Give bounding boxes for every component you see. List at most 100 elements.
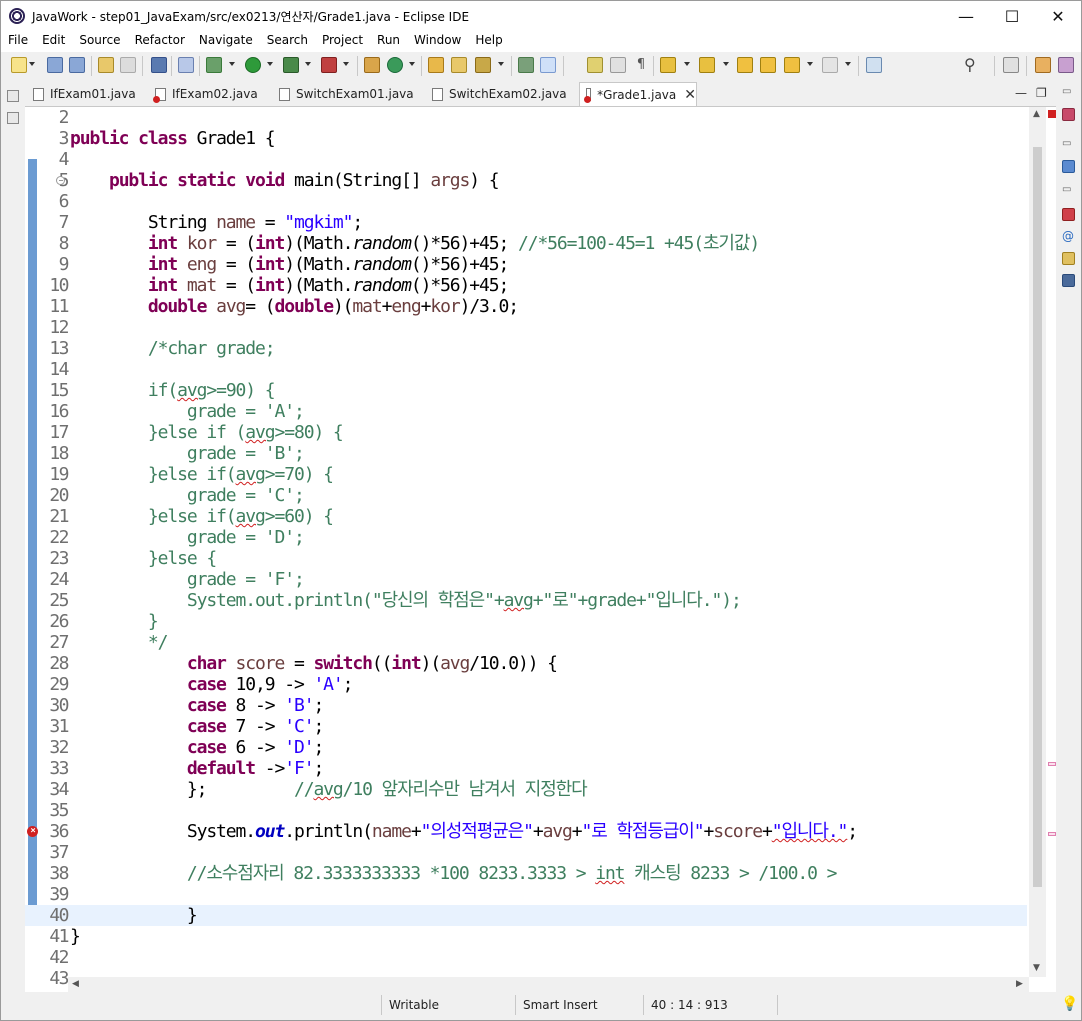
code-line[interactable]: 33 default ->'F'; bbox=[25, 758, 1027, 779]
code-text[interactable]: grade = 'B'; bbox=[70, 443, 305, 464]
code-line[interactable]: 14 bbox=[25, 359, 1027, 380]
code-line[interactable]: 24 grade = 'F'; bbox=[25, 569, 1027, 590]
last-edit-icon[interactable] bbox=[737, 57, 753, 73]
code-text[interactable]: grade = 'D'; bbox=[70, 527, 305, 548]
error-summary-icon[interactable] bbox=[1048, 110, 1056, 118]
annotation-icon[interactable] bbox=[518, 57, 534, 73]
restore-right-icon-2[interactable]: ▭ bbox=[1062, 138, 1075, 151]
code-text[interactable]: }; //avg/10 앞자리수만 남겨서 지정한다 bbox=[70, 779, 588, 800]
forward-icon[interactable] bbox=[822, 57, 838, 73]
code-text[interactable]: String name = "mgkim"; bbox=[70, 212, 363, 233]
maximize-editor-icon[interactable]: ❐ bbox=[1036, 86, 1047, 100]
close-tab-icon[interactable]: ✕ bbox=[684, 87, 696, 103]
code-line[interactable]: 29 case 10,9 -> 'A'; bbox=[25, 674, 1027, 695]
mark-occurrences-icon[interactable] bbox=[540, 57, 556, 73]
code-line[interactable]: 5 public static void main(String[] args)… bbox=[25, 170, 1027, 191]
error-marker-icon[interactable]: × bbox=[27, 826, 38, 837]
tip-lightbulb-icon[interactable]: 💡 bbox=[1061, 996, 1078, 1012]
restore-right-icon[interactable]: ▭ bbox=[1062, 86, 1075, 99]
code-text[interactable]: */ bbox=[70, 632, 169, 653]
hierarchy-icon[interactable] bbox=[1062, 160, 1075, 173]
code-line[interactable]: 16 grade = 'A'; bbox=[25, 401, 1027, 422]
undo-icon[interactable] bbox=[98, 57, 114, 73]
coverage-icon[interactable] bbox=[283, 57, 299, 73]
code-text[interactable]: int mat = (int)(Math.random()*56)+45; bbox=[70, 275, 509, 296]
code-line[interactable]: 2 bbox=[25, 107, 1027, 128]
code-line[interactable]: 23 }else { bbox=[25, 548, 1027, 569]
code-text[interactable]: char score = switch((int)(avg/10.0)) { bbox=[70, 653, 558, 674]
code-line[interactable]: 3 public class Grade1 { bbox=[25, 128, 1027, 149]
forward-history-icon[interactable] bbox=[760, 57, 776, 73]
open-perspective-icon[interactable] bbox=[1003, 57, 1019, 73]
code-text[interactable]: case 10,9 -> 'A'; bbox=[70, 674, 354, 695]
code-line[interactable]: 8 int kor = (int)(Math.random()*56)+45; … bbox=[25, 233, 1027, 254]
block-selection-icon[interactable] bbox=[610, 57, 626, 73]
maximize-button[interactable]: ☐ bbox=[989, 1, 1035, 31]
code-text[interactable]: grade = 'F'; bbox=[70, 569, 305, 590]
code-line[interactable]: 37 bbox=[25, 842, 1027, 863]
skip-breakpoints-icon[interactable] bbox=[178, 57, 194, 73]
code-text[interactable]: grade = 'A'; bbox=[70, 401, 305, 422]
code-line[interactable]: 20 grade = 'C'; bbox=[25, 485, 1027, 506]
code-text[interactable]: public class Grade1 { bbox=[70, 128, 276, 149]
code-line[interactable]: 7 String name = "mgkim"; bbox=[25, 212, 1027, 233]
tab-switchexam01[interactable]: SwitchExam01.java bbox=[279, 82, 419, 106]
next-annotation-icon[interactable] bbox=[660, 57, 676, 73]
code-line[interactable]: 13 /*char grade; bbox=[25, 338, 1027, 359]
new-class-icon[interactable] bbox=[387, 57, 403, 73]
minimize-button[interactable]: — bbox=[943, 1, 989, 31]
code-line[interactable]: 17 }else if (avg>=80) { bbox=[25, 422, 1027, 443]
code-line[interactable]: 22 grade = 'D'; bbox=[25, 527, 1027, 548]
horizontal-scrollbar[interactable]: ◀ ▶ bbox=[68, 977, 1029, 993]
code-line[interactable]: 12 bbox=[25, 317, 1027, 338]
menu-navigate[interactable]: Navigate bbox=[192, 31, 260, 52]
menu-edit[interactable]: Edit bbox=[35, 31, 72, 52]
code-line[interactable]: 35 bbox=[25, 800, 1027, 821]
code-line[interactable]: 42 bbox=[25, 947, 1027, 968]
code-text[interactable]: double avg= (double)(mat+eng+kor)/3.0; bbox=[70, 296, 519, 317]
scroll-down-icon[interactable]: ▼ bbox=[1033, 963, 1040, 973]
vertical-scrollbar[interactable]: ▲ ▼ bbox=[1029, 107, 1046, 977]
save-all-icon[interactable] bbox=[69, 57, 85, 73]
code-text[interactable]: }else if (avg>=80) { bbox=[70, 422, 344, 443]
code-text[interactable]: /*char grade; bbox=[70, 338, 276, 359]
restore-right-icon-3[interactable]: ▭ bbox=[1062, 184, 1075, 197]
code-text[interactable]: default ->'F'; bbox=[70, 758, 324, 779]
menu-project[interactable]: Project bbox=[315, 31, 370, 52]
problems-icon[interactable] bbox=[1062, 208, 1075, 221]
code-line[interactable]: 32 case 6 -> 'D'; bbox=[25, 737, 1027, 758]
code-text[interactable]: } bbox=[70, 611, 159, 632]
code-line[interactable]: 9 int eng = (int)(Math.random()*56)+45; bbox=[25, 254, 1027, 275]
minimize-editor-icon[interactable]: — bbox=[1015, 86, 1027, 100]
code-text[interactable]: } bbox=[70, 926, 81, 947]
code-editor[interactable]: 23public class Grade1 {45 public static … bbox=[25, 106, 1056, 993]
vertical-scroll-thumb[interactable] bbox=[1033, 147, 1042, 887]
code-text[interactable]: int kor = (int)(Math.random()*56)+45; //… bbox=[70, 233, 760, 254]
code-line[interactable]: 27 */ bbox=[25, 632, 1027, 653]
scroll-right-icon[interactable]: ▶ bbox=[1016, 979, 1023, 989]
new-dropdown-icon[interactable] bbox=[29, 62, 35, 66]
java-ee-perspective-icon[interactable] bbox=[1035, 57, 1051, 73]
java-perspective-icon[interactable] bbox=[1058, 57, 1074, 73]
code-text[interactable]: } bbox=[70, 905, 198, 926]
menu-run[interactable]: Run bbox=[370, 31, 407, 52]
run-icon[interactable] bbox=[245, 57, 261, 73]
code-line[interactable]: 6 bbox=[25, 191, 1027, 212]
scroll-left-icon[interactable]: ◀ bbox=[72, 979, 79, 989]
code-line[interactable]: 28 char score = switch((int)(avg/10.0)) … bbox=[25, 653, 1027, 674]
code-text[interactable]: //소수점자리 82.3333333333 *100 8233.3333 > i… bbox=[70, 863, 838, 884]
tab-ifexam02[interactable]: IfExam02.java bbox=[153, 82, 270, 106]
code-line[interactable]: 34 }; //avg/10 앞자리수만 남겨서 지정한다 bbox=[25, 779, 1027, 800]
fold-icon[interactable]: − bbox=[56, 176, 65, 185]
code-text[interactable]: case 6 -> 'D'; bbox=[70, 737, 324, 758]
save-icon[interactable] bbox=[47, 57, 63, 73]
code-line[interactable]: 26 } bbox=[25, 611, 1027, 632]
menu-search[interactable]: Search bbox=[260, 31, 315, 52]
overview-marker[interactable] bbox=[1048, 762, 1056, 766]
code-line[interactable]: 30 case 8 -> 'B'; bbox=[25, 695, 1027, 716]
show-whitespace-icon[interactable]: ¶ bbox=[633, 57, 649, 73]
code-text[interactable]: }else if(avg>=60) { bbox=[70, 506, 334, 527]
code-line[interactable]: 18 grade = 'B'; bbox=[25, 443, 1027, 464]
menu-file[interactable]: File bbox=[1, 31, 35, 52]
tab-switchexam02[interactable]: SwitchExam02.java bbox=[432, 82, 572, 106]
